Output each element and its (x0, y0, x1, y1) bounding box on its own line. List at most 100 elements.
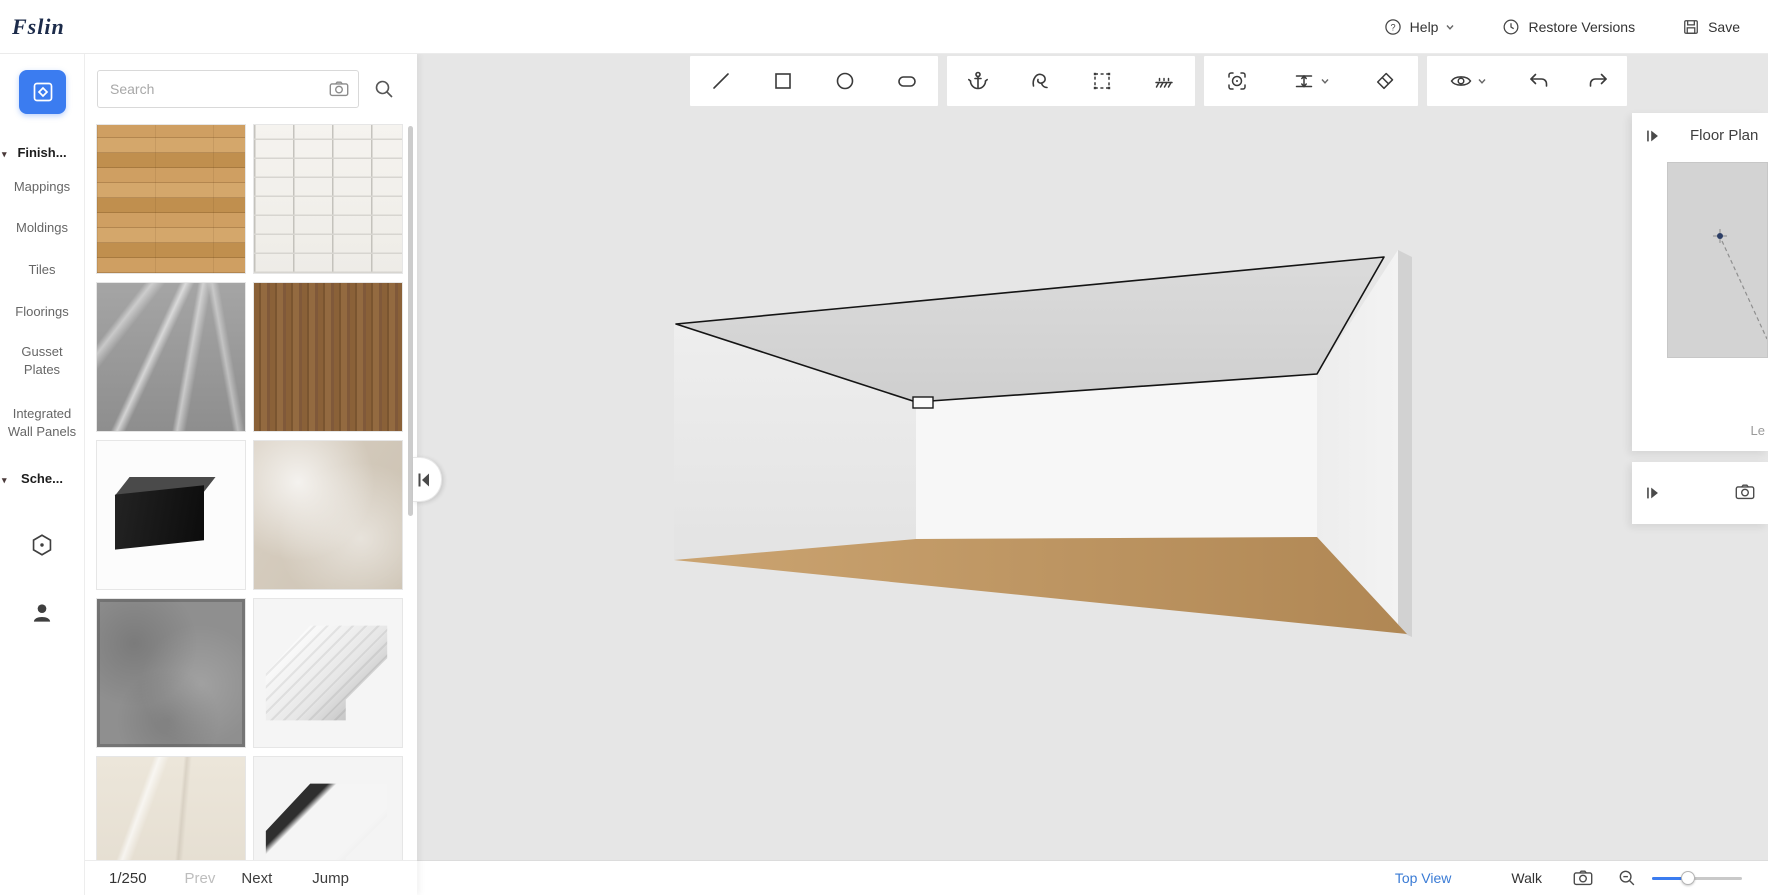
floor-plan-header: Floor Plan (1632, 113, 1768, 158)
sidebar-item-floorings[interactable]: Floorings (0, 303, 84, 321)
save-icon (1681, 17, 1701, 37)
room-right-wall-edge[interactable] (1398, 250, 1412, 637)
material-cream-marble[interactable] (96, 756, 246, 860)
search-input[interactable] (97, 70, 359, 108)
sidebar-item-moldings[interactable]: Moldings (0, 219, 84, 237)
redo-button[interactable] (1568, 56, 1627, 106)
expand-panel-icon[interactable] (1644, 126, 1662, 146)
sidebar-item-label: Floorings (15, 304, 68, 319)
sidebar-item-finishes[interactable]: ▾Finish... (0, 144, 84, 162)
library-tab-button[interactable] (19, 70, 66, 114)
material-white-brick[interactable] (253, 124, 403, 274)
material-gray-stone[interactable] (96, 598, 246, 748)
zoom-slider[interactable] (1652, 871, 1742, 885)
stadium-icon (895, 69, 919, 93)
circle-tool-button[interactable] (814, 56, 876, 106)
expand-panel-icon[interactable] (1644, 483, 1662, 503)
level-height-tool-button[interactable] (1270, 56, 1352, 106)
sidebar-item-label: Sche... (21, 471, 63, 486)
anchor-tool-button[interactable] (947, 56, 1009, 106)
redo-icon (1586, 69, 1610, 93)
top-view-button[interactable]: Top View (1395, 870, 1452, 886)
account-button[interactable] (29, 600, 55, 631)
material-white-crown-molding[interactable] (253, 598, 403, 748)
sidebar-item-mappings[interactable]: Mappings (0, 178, 84, 196)
user-icon (29, 600, 55, 626)
zoom-slider-handle[interactable] (1681, 871, 1695, 885)
section-caret-icon: ▾ (2, 145, 7, 163)
zoom-out-button[interactable] (1616, 867, 1638, 889)
box-icon (31, 80, 55, 104)
restore-versions-button[interactable]: Restore Versions (1501, 17, 1635, 37)
ceiling-corner-marker[interactable] (913, 397, 933, 408)
prev-page-button[interactable]: Prev (185, 870, 216, 887)
material-walnut-wood[interactable] (253, 282, 403, 432)
models-hexagon-button[interactable] (29, 532, 55, 563)
eye-icon (1449, 69, 1473, 93)
sidebar-item-gusset-plates[interactable]: Gusset Plates (0, 343, 84, 379)
chevron-down-icon (1477, 76, 1487, 86)
rectangle-icon (771, 69, 795, 93)
page-indicator: 1/250 (109, 870, 147, 887)
render-snapshot-button[interactable] (1572, 867, 1594, 889)
sidebar-item-integrated-wall-panels[interactable]: Integrated Wall Panels (0, 405, 84, 441)
eraser-tool-button[interactable] (1352, 56, 1418, 106)
walk-mode-button[interactable]: Walk (1511, 870, 1542, 886)
floor-plan-preview[interactable] (1667, 162, 1768, 358)
view-tool-group (1204, 56, 1418, 106)
bottom-bar: Top View Walk (417, 860, 1768, 895)
search-field-wrap (97, 70, 359, 108)
room-back-wall[interactable] (916, 374, 1317, 539)
floor-plan-panel: Floor Plan Le (1632, 113, 1768, 451)
floor-plan-minimap (1668, 163, 1767, 357)
freehand-tool-button[interactable] (1009, 56, 1071, 106)
next-page-button[interactable]: Next (241, 870, 272, 887)
freehand-spiral-icon (1028, 69, 1052, 93)
sidebar-item-label: Tiles (29, 262, 56, 277)
focus-icon (1225, 69, 1249, 93)
app-root: { "app": { "logo_text": "Fslin" }, "topb… (0, 0, 1768, 895)
eraser-icon (1373, 69, 1397, 93)
main-canvas[interactable]: Floor Plan Le Top View Walk (417, 54, 1768, 895)
help-label: Help (1410, 19, 1439, 35)
canvas-toolbar (690, 56, 1627, 106)
focus-tool-button[interactable] (1204, 56, 1270, 106)
marquee-select-tool-button[interactable] (1071, 56, 1133, 106)
hatch-icon (1152, 69, 1176, 93)
hexagon-module-icon (29, 532, 55, 558)
save-button[interactable]: Save (1681, 17, 1740, 37)
history-tool-group (1427, 56, 1627, 106)
stadium-tool-button[interactable] (876, 56, 938, 106)
sidebar-item-label: Moldings (16, 220, 68, 235)
sidebar-item-tiles[interactable]: Tiles (0, 261, 84, 279)
line-tool-button[interactable] (690, 56, 752, 106)
save-label: Save (1708, 19, 1740, 35)
section-caret-icon: ▾ (2, 471, 7, 489)
svg-text:?: ? (1390, 22, 1395, 32)
help-menu[interactable]: ? Help (1383, 17, 1456, 37)
image-search-camera-icon[interactable] (328, 78, 350, 100)
edit-tool-group (947, 56, 1195, 106)
material-beige-marble[interactable] (253, 440, 403, 590)
jump-page-button[interactable]: Jump (312, 870, 349, 887)
camera-position-dot (1717, 233, 1723, 239)
search-button[interactable] (367, 70, 401, 108)
level-height-icon (1292, 69, 1316, 93)
material-dark-crown-molding[interactable] (253, 756, 403, 860)
search-icon (372, 77, 396, 101)
library-pagination: 1/250 Prev Next Jump (85, 860, 417, 895)
material-wood-plank[interactable] (96, 124, 246, 274)
material-black-panel[interactable] (96, 440, 246, 590)
help-icon: ? (1383, 17, 1403, 37)
app-logo: Fslin (12, 14, 65, 40)
hatch-tool-button[interactable] (1133, 56, 1195, 106)
render-camera-icon (1572, 867, 1594, 889)
visibility-toggle-button[interactable] (1427, 56, 1509, 106)
material-gray-marble[interactable] (96, 282, 246, 432)
sidebar-item-schemes[interactable]: ▾ Sche... (0, 470, 84, 488)
undo-button[interactable] (1509, 56, 1568, 106)
room-floor[interactable] (674, 537, 1407, 634)
snapshot-camera-icon[interactable] (1734, 481, 1756, 503)
rectangle-tool-button[interactable] (752, 56, 814, 106)
3d-viewport[interactable] (417, 54, 1768, 860)
